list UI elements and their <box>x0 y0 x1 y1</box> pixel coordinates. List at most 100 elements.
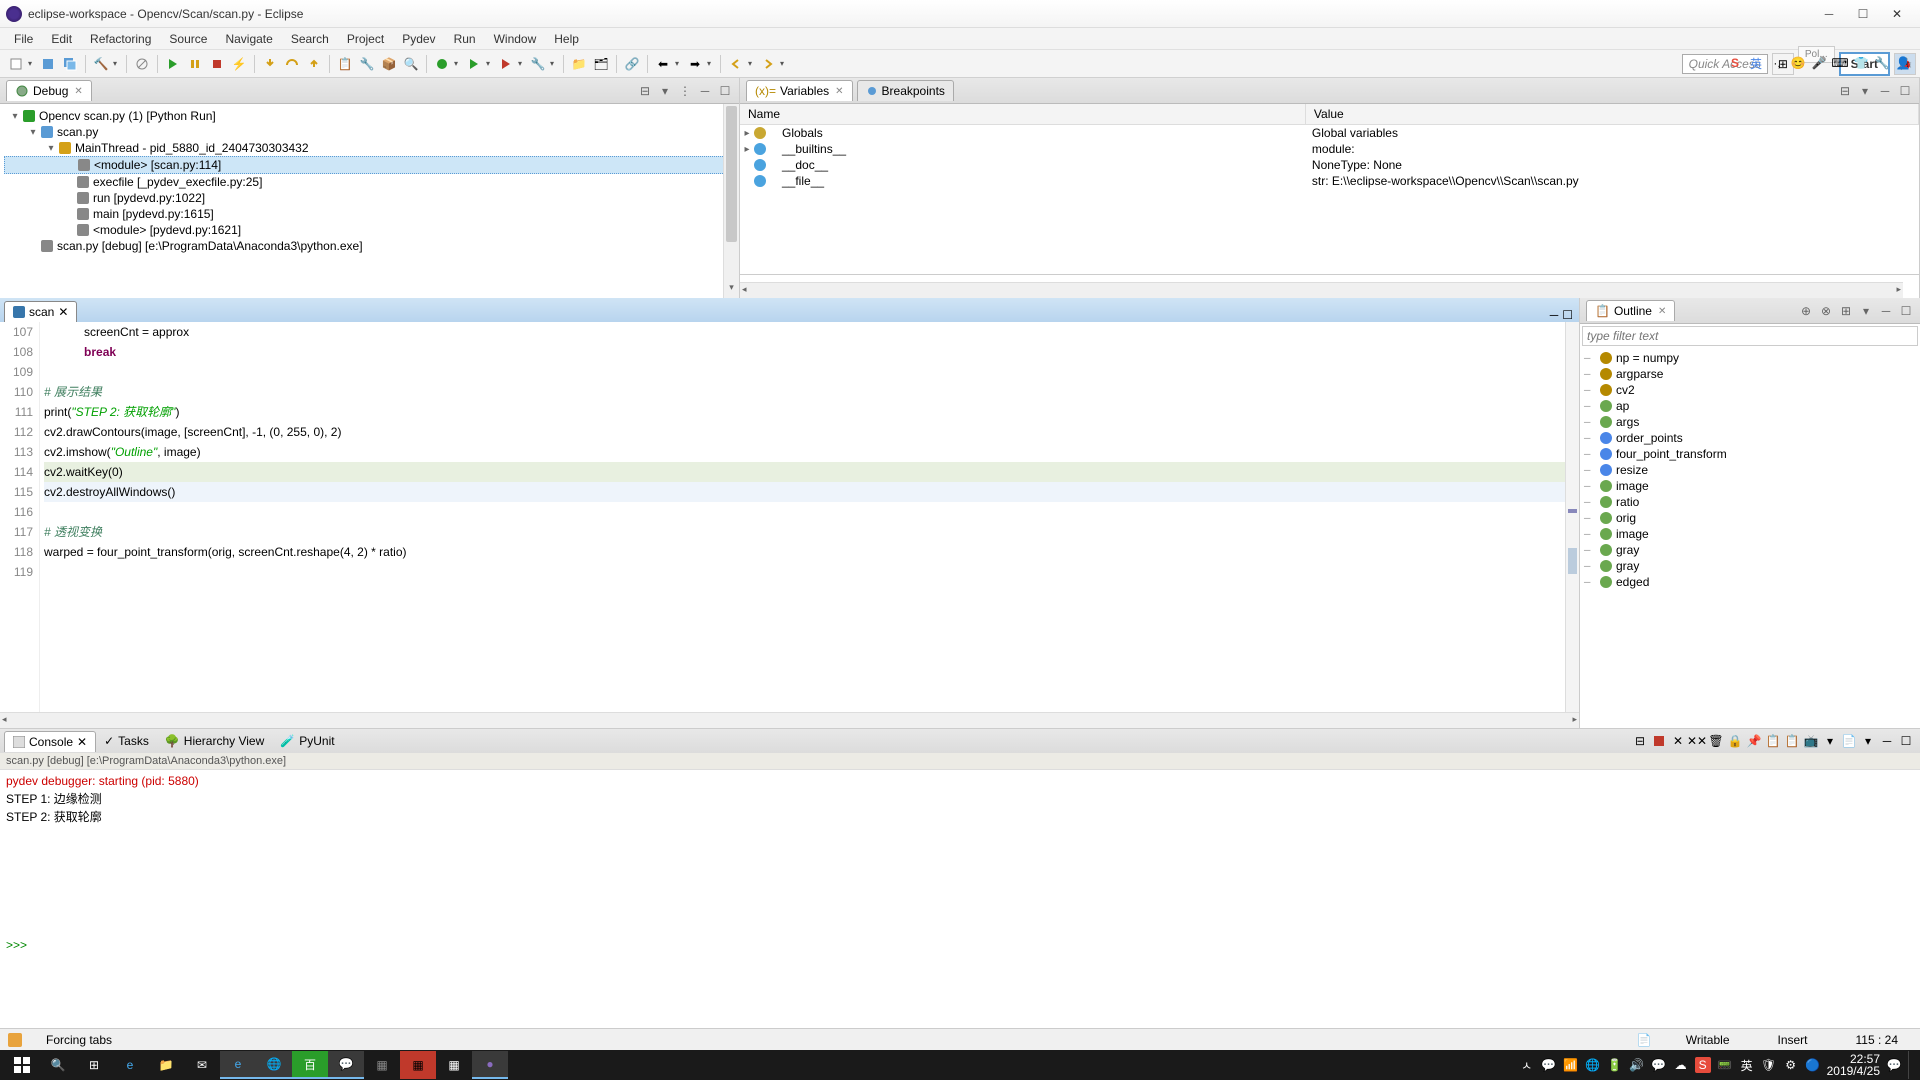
code-line[interactable]: print("STEP 2: 获取轮廓") <box>44 402 1565 422</box>
code-line[interactable]: cv2.waitKey(0) <box>44 462 1565 482</box>
dropdown-icon[interactable]: ▾ <box>675 59 683 68</box>
variable-row[interactable]: ▸__builtins__module: <box>740 141 1919 157</box>
back-button[interactable] <box>726 54 746 74</box>
code-line[interactable]: cv2.imshow("Outline", image) <box>44 442 1565 462</box>
edge-button[interactable]: e <box>112 1051 148 1079</box>
dropdown-icon[interactable]: ▾ <box>550 59 558 68</box>
debug-button[interactable] <box>432 54 452 74</box>
toolbar-button[interactable]: 🗂 <box>591 54 611 74</box>
ime-keyboard-icon[interactable]: ⌨ <box>1831 54 1849 72</box>
view-toolbar-button[interactable]: ⊕ <box>1798 303 1814 319</box>
tray-icon[interactable]: ⚙ <box>1783 1057 1799 1073</box>
toolbar-button[interactable]: ⬅ <box>653 54 673 74</box>
console-toolbar-button[interactable]: 📺 <box>1803 733 1819 749</box>
view-toolbar-button[interactable]: ⊟ <box>637 83 653 99</box>
outline-item[interactable]: ─argparse <box>1584 366 1916 382</box>
dropdown-icon[interactable]: ▾ <box>518 59 526 68</box>
coverage-button[interactable] <box>496 54 516 74</box>
editor-tab-scan[interactable]: scan ✕ <box>4 301 77 322</box>
view-menu-button[interactable]: ▾ <box>1858 303 1874 319</box>
close-icon[interactable]: ✕ <box>58 305 68 319</box>
outline-item[interactable]: ─cv2 <box>1584 382 1916 398</box>
console-tab[interactable]: Console ✕ <box>4 731 96 752</box>
maximize-view-button[interactable]: ☐ <box>717 83 733 99</box>
close-button[interactable]: ✕ <box>1880 3 1914 25</box>
status-encoding-icon[interactable]: 📄 <box>1637 1033 1652 1047</box>
menu-run[interactable]: Run <box>446 30 484 48</box>
debug-tree-item[interactable]: <module> [pydevd.py:1621] <box>4 222 735 238</box>
forward-button[interactable] <box>758 54 778 74</box>
outline-item[interactable]: ─np = numpy <box>1584 350 1916 366</box>
ime-lang-icon[interactable]: 英 <box>1747 54 1765 72</box>
scrollbar-horizontal[interactable]: ◂ ▸ <box>0 712 1579 728</box>
minimize-view-button[interactable]: ─ <box>1550 308 1559 322</box>
debug-tab[interactable]: Debug ✕ <box>6 80 92 101</box>
tray-icon[interactable]: 🌐 <box>1585 1057 1601 1073</box>
menu-pydev[interactable]: Pydev <box>394 30 443 48</box>
debug-tree-item[interactable]: execfile [_pydev_execfile.py:25] <box>4 174 735 190</box>
ime-punct-icon[interactable]: ·, <box>1768 54 1786 72</box>
code-line[interactable]: cv2.destroyAllWindows() <box>44 482 1565 502</box>
outline-tree[interactable]: ─np = numpy─argparse─cv2─ap─args─order_p… <box>1580 348 1920 728</box>
build-button[interactable]: 🔨 <box>91 54 111 74</box>
code-line[interactable] <box>44 562 1565 582</box>
variable-row[interactable]: __file__str: E:\\eclipse-workspace\\Open… <box>740 173 1919 189</box>
tray-lang-icon[interactable]: 英 <box>1739 1057 1755 1073</box>
console-toolbar-button[interactable]: 📋 <box>1784 733 1800 749</box>
code-line[interactable]: # 展示结果 <box>44 382 1565 402</box>
outline-item[interactable]: ─edged <box>1584 574 1916 590</box>
console-output[interactable]: pydev debugger: starting (pid: 5880)STEP… <box>0 770 1920 1028</box>
dropdown-icon[interactable]: ▾ <box>113 59 121 68</box>
toolbar-button[interactable]: 📦 <box>379 54 399 74</box>
tray-icon[interactable]: 📶 <box>1563 1057 1579 1073</box>
dropdown-icon[interactable]: ▾ <box>28 59 36 68</box>
menu-source[interactable]: Source <box>161 30 215 48</box>
app-button[interactable]: ▦ <box>400 1051 436 1079</box>
ie-button[interactable]: e <box>220 1051 256 1079</box>
eclipse-button[interactable]: ● <box>472 1051 508 1079</box>
menu-window[interactable]: Window <box>486 30 545 48</box>
debug-tree-item[interactable]: ▾scan.py <box>4 124 735 140</box>
maximize-button[interactable]: ☐ <box>1846 3 1880 25</box>
app-button[interactable]: ▦ <box>436 1051 472 1079</box>
close-icon[interactable]: ✕ <box>1658 306 1666 317</box>
view-toolbar-button[interactable]: ⊗ <box>1818 303 1834 319</box>
minimize-view-button[interactable]: ─ <box>1877 83 1893 99</box>
notifications-button[interactable]: 💬 <box>1886 1057 1902 1073</box>
scrollbar-horizontal[interactable]: ◂ ▸ <box>740 282 1903 298</box>
outline-item[interactable]: ─orig <box>1584 510 1916 526</box>
console-toolbar-button[interactable]: 📄 <box>1841 733 1857 749</box>
code-line[interactable]: cv2.drawContours(image, [screenCnt], -1,… <box>44 422 1565 442</box>
view-toolbar-button[interactable]: ⊟ <box>1837 83 1853 99</box>
outline-item[interactable]: ─order_points <box>1584 430 1916 446</box>
menu-file[interactable]: File <box>6 30 41 48</box>
pyunit-tab[interactable]: 🧪 PyUnit <box>272 731 342 751</box>
outline-item[interactable]: ─gray <box>1584 558 1916 574</box>
step-into-button[interactable] <box>260 54 280 74</box>
toolbar-button[interactable]: 📁 <box>569 54 589 74</box>
overview-ruler[interactable] <box>1565 322 1579 712</box>
skip-breakpoints-button[interactable] <box>132 54 152 74</box>
code-line[interactable]: # 透视变换 <box>44 522 1565 542</box>
outline-item[interactable]: ─args <box>1584 414 1916 430</box>
code-line[interactable] <box>44 362 1565 382</box>
debug-tree-item[interactable]: ▾MainThread - pid_5880_id_2404730303432 <box>4 140 735 156</box>
outline-item[interactable]: ─image <box>1584 478 1916 494</box>
hierarchy-tab[interactable]: 🌳 Hierarchy View <box>157 731 272 751</box>
console-toolbar-button[interactable]: 📋 <box>1765 733 1781 749</box>
view-toolbar-button[interactable]: ⊞ <box>1838 303 1854 319</box>
code-line[interactable]: screenCnt = approx <box>44 322 1565 342</box>
maximize-view-button[interactable]: ☐ <box>1898 733 1914 749</box>
code-line[interactable] <box>44 502 1565 522</box>
tray-icon[interactable]: 🔵 <box>1805 1057 1821 1073</box>
task-view-button[interactable]: ⊞ <box>76 1051 112 1079</box>
app-button[interactable]: 百 <box>292 1051 328 1079</box>
view-menu-button[interactable]: ⋮ <box>677 83 693 99</box>
show-desktop-button[interactable] <box>1908 1051 1914 1079</box>
col-value[interactable]: Value <box>1306 104 1919 124</box>
maximize-view-button[interactable]: ☐ <box>1562 308 1573 322</box>
maximize-view-button[interactable]: ☐ <box>1898 303 1914 319</box>
debug-tree[interactable]: ▾Opencv scan.py (1) [Python Run]▾scan.py… <box>0 104 739 298</box>
menu-edit[interactable]: Edit <box>43 30 80 48</box>
explorer-button[interactable]: 📁 <box>148 1051 184 1079</box>
